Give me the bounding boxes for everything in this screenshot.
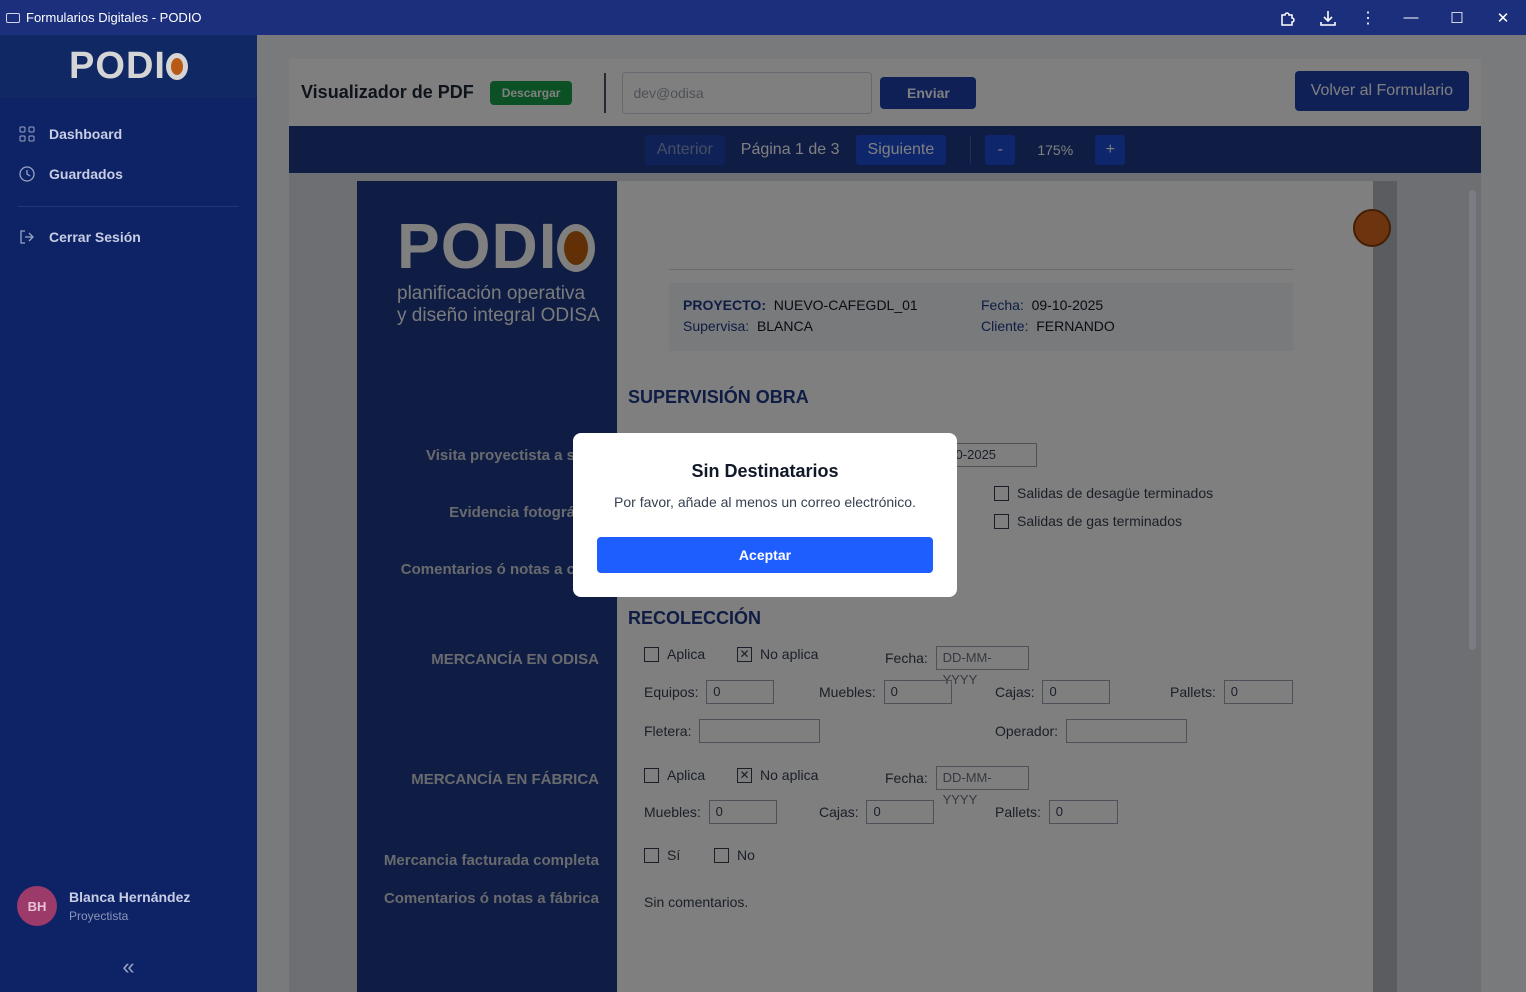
dialog-title: Sin Destinatarios	[691, 461, 839, 481]
avatar: BH	[17, 886, 57, 926]
user-name: Blanca Hernández	[69, 889, 191, 905]
sidebar-item-logout[interactable]: Cerrar Sesión	[0, 217, 257, 257]
user-role: Proyectista	[69, 909, 129, 923]
dialog-message: Por favor, añade al menos un correo elec…	[614, 494, 916, 510]
alert-dialog: Sin Destinatarios Por favor, añade al me…	[573, 433, 957, 597]
maximize-icon[interactable]: ☐	[1434, 0, 1480, 35]
close-icon[interactable]: ✕	[1480, 0, 1526, 35]
accept-button[interactable]: Aceptar	[597, 537, 933, 573]
podio-logo: PODI	[69, 45, 188, 88]
sidebar-item-label: Cerrar Sesión	[49, 229, 141, 245]
window-titlebar: Formularios Digitales - PODIO ⋮ — ☐ ✕	[0, 0, 1526, 35]
sidebar-item-label: Guardados	[49, 166, 123, 182]
sidebar-logo-area: PODI	[0, 35, 257, 98]
page-scrollbar-thumb[interactable]	[1469, 190, 1476, 650]
more-menu-icon[interactable]: ⋮	[1348, 0, 1388, 35]
sidebar-item-dashboard[interactable]: Dashboard	[0, 114, 257, 154]
sidebar: PODI Dashboard Guardados Cerrar Sesión B…	[0, 35, 257, 992]
download-icon[interactable]	[1308, 0, 1348, 35]
sidebar-divider	[18, 206, 239, 207]
clock-icon	[18, 165, 36, 183]
extensions-icon[interactable]	[1268, 0, 1308, 35]
sidebar-item-label: Dashboard	[49, 126, 123, 142]
grid-icon	[18, 125, 36, 143]
minimize-icon[interactable]: —	[1388, 0, 1434, 35]
sidebar-item-guardados[interactable]: Guardados	[0, 154, 257, 194]
collapse-sidebar-icon[interactable]: «	[0, 954, 257, 980]
app-icon	[6, 12, 20, 23]
logout-icon	[18, 228, 36, 246]
scroll-up-icon[interactable]: ▲	[1467, 175, 1477, 186]
user-profile[interactable]: BH Blanca Hernández Proyectista	[17, 886, 190, 926]
window-title: Formularios Digitales - PODIO	[26, 10, 202, 25]
